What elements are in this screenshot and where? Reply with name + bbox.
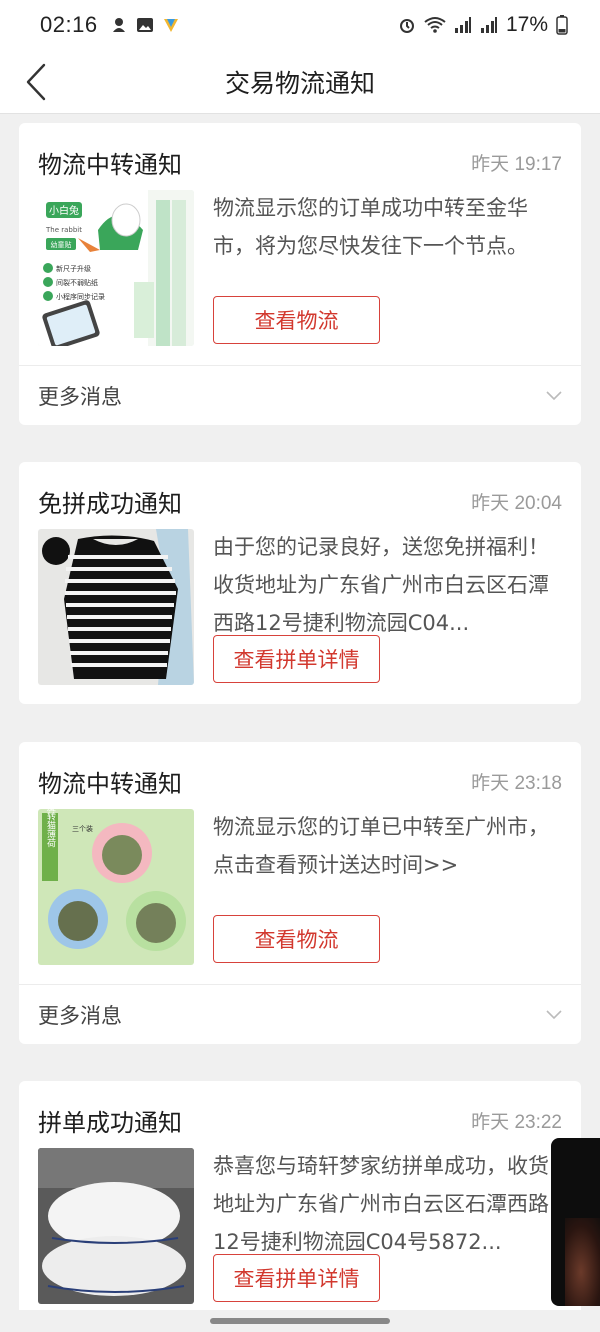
chevron-down-icon <box>546 1009 562 1019</box>
view-group-details-button[interactable]: 查看拼单详情 <box>213 635 380 683</box>
view-group-details-button[interactable]: 查看拼单详情 <box>213 1254 380 1302</box>
more-messages-label: 更多消息 <box>38 384 122 409</box>
thumb-brand-text: 小白兔 <box>49 204 79 217</box>
thumb-side-text: 旋转猫薄荷 <box>45 809 56 848</box>
more-messages-row[interactable]: 更多消息 <box>19 984 581 1044</box>
product-thumbnail[interactable]: 旋转猫薄荷 三个装 <box>38 809 194 965</box>
thumb-badge-text: 三个装 <box>72 824 93 833</box>
card-message: 恭喜您与琦轩梦家纺拼单成功，收货地址为广东省广州市白云区石潭西路12号捷利物流园… <box>213 1154 549 1254</box>
status-bar: 02:16 17% <box>0 0 600 50</box>
app-icon <box>163 19 178 32</box>
view-logistics-button[interactable]: 查看物流 <box>213 915 380 963</box>
chevron-left-icon <box>26 63 46 101</box>
thumb-feature-3: 小程序同步记录 <box>56 292 105 301</box>
alarm-icon <box>399 19 414 33</box>
gesture-bar <box>0 1310 600 1332</box>
product-image-cat-mint: 旋转猫薄荷 三个装 <box>38 809 194 965</box>
product-thumbnail[interactable] <box>38 529 194 685</box>
card-message: 物流显示您的订单已中转至广州市，点击查看预计送达时间>> <box>213 815 549 877</box>
product-image-striped-shirt <box>38 529 194 685</box>
thumb-tag-text: 幼童贴 <box>51 240 72 249</box>
notification-card[interactable]: 物流中转通知 昨天 19:17 小白兔 The rabbit 幼童贴 新尺子升级… <box>19 123 581 425</box>
product-thumbnail[interactable] <box>38 1148 194 1304</box>
battery-percent: 17% <box>505 13 548 36</box>
notification-card[interactable]: 拼单成功通知 昨天 23:22 恭喜您与琦轩梦家纺拼单成功，收货地址为广东省广州… <box>19 1081 581 1321</box>
more-messages-label: 更多消息 <box>38 1003 122 1028</box>
more-messages-row[interactable]: 更多消息 <box>19 365 581 425</box>
wifi-icon <box>424 17 446 33</box>
page-title: 交易物流通知 <box>224 68 375 98</box>
card-title: 免拼成功通知 <box>38 490 182 518</box>
card-title: 物流中转通知 <box>38 770 182 798</box>
signal-icon <box>454 17 471 33</box>
thumb-feature-2: 间裂不弱贴纸 <box>56 278 98 287</box>
product-image-pillows <box>38 1148 194 1304</box>
home-indicator[interactable] <box>210 1318 390 1324</box>
product-image-height-chart: 小白兔 The rabbit 幼童贴 新尺子升级 间裂不弱贴纸 小程序同步记录 <box>38 190 194 346</box>
back-button[interactable] <box>16 58 56 106</box>
chevron-down-icon <box>546 390 562 400</box>
notification-card[interactable]: 免拼成功通知 昨天 20:04 由于您的记录良好，送您免拼福利！收货地址为广东省… <box>19 462 581 704</box>
floating-video-overlay[interactable] <box>551 1138 600 1306</box>
card-time: 昨天 20:04 <box>471 493 562 514</box>
card-title: 拼单成功通知 <box>38 1109 182 1137</box>
thumb-sub-text: The rabbit <box>45 226 82 234</box>
thumb-feature-1: 新尺子升级 <box>56 264 91 273</box>
gallery-icon <box>136 18 153 32</box>
notification-icon <box>112 18 125 32</box>
card-title: 物流中转通知 <box>38 151 182 179</box>
product-thumbnail[interactable]: 小白兔 The rabbit 幼童贴 新尺子升级 间裂不弱贴纸 小程序同步记录 <box>38 190 194 346</box>
signal-icon-2 <box>480 17 497 33</box>
view-logistics-button[interactable]: 查看物流 <box>213 296 380 344</box>
card-time: 昨天 23:22 <box>471 1112 562 1133</box>
status-time: 02:16 <box>40 12 98 37</box>
card-message: 物流显示您的订单成功中转至金华市，将为您尽快发往下一个节点。 <box>213 196 528 258</box>
card-time: 昨天 23:18 <box>471 773 562 794</box>
battery-icon <box>556 15 568 35</box>
notification-card[interactable]: 物流中转通知 昨天 23:18 旋转猫薄荷 三个装 物流显示您的订单已中转至广州… <box>19 742 581 1044</box>
page-header: 交易物流通知 <box>0 50 600 114</box>
card-message: 由于您的记录良好，送您免拼福利！收货地址为广东省广州市白云区石潭西路12号捷利物… <box>213 535 549 635</box>
card-time: 昨天 19:17 <box>471 154 562 175</box>
